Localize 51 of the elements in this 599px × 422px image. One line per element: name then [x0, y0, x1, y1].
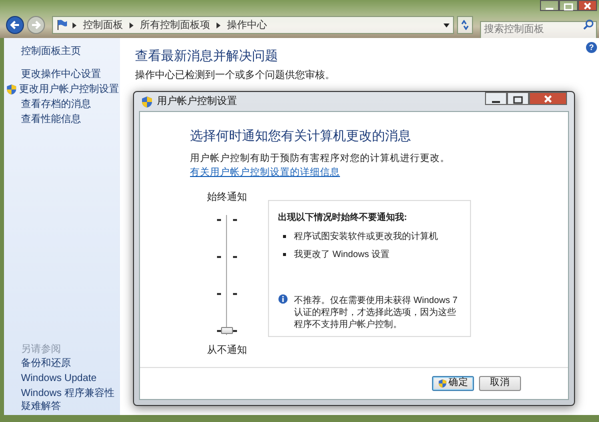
help-link[interactable]: 有关用户帐户控制设置的详细信息 [190, 166, 340, 180]
breadcrumb-item[interactable]: 操作中心 [225, 18, 269, 32]
arrow-icon [72, 22, 77, 28]
refresh-button[interactable] [457, 16, 473, 34]
slider-label: 始终通知 [207, 190, 247, 205]
maximize-icon[interactable] [559, 0, 578, 11]
sidebar-link[interactable]: 备份和还原 [21, 357, 117, 370]
search-field[interactable]: 搜索控制面板 [480, 20, 597, 38]
cancel-button[interactable]: 取消 [479, 376, 521, 391]
dialog-description: 用户帐户控制有助于预防有害程序对您的计算机进行更改。 [190, 152, 450, 166]
dialog-title: 用户帐户控制设置 [157, 94, 237, 109]
sidebar-link[interactable]: Windows 程序兼容性疑难解答 [21, 387, 117, 413]
info-icon [278, 294, 288, 304]
back-button[interactable] [6, 16, 24, 34]
address-bar[interactable]: 控制面板 所有控制面板项 操作中心 [52, 16, 454, 34]
close-icon[interactable] [578, 0, 597, 11]
arrow-icon [129, 22, 134, 28]
breadcrumb-item[interactable]: 所有控制面板项 [138, 18, 212, 32]
maximize-icon[interactable] [507, 92, 529, 105]
panel-title: 出现以下情况时始终不要通知我: [278, 211, 408, 224]
bullet-text: 我更改了 Windows 设置 [294, 248, 390, 261]
help-button[interactable]: ? [586, 42, 597, 53]
sidebar-link[interactable]: 查看存档的消息 [10, 97, 91, 112]
slider-label: 从不通知 [207, 344, 247, 358]
slider-thumb[interactable] [221, 327, 233, 334]
page-description: 操作中心已检测到一个或多个问题供您审核。 [135, 68, 335, 82]
dialog-heading: 选择何时通知您有关计算机更改的消息 [190, 127, 412, 145]
page-heading: 查看最新消息并解决问题 [135, 47, 278, 65]
breadcrumb-item[interactable]: 控制面板 [81, 18, 125, 32]
refresh-icon [460, 20, 470, 30]
minimize-icon[interactable] [540, 0, 559, 11]
sidebar-link[interactable]: 更改操作中心设置 [10, 67, 101, 82]
shield-icon [438, 379, 446, 388]
dropdown-icon[interactable] [443, 22, 450, 28]
arrow-icon [216, 22, 221, 28]
sidebar-link[interactable]: 控制面板主页 [10, 44, 81, 59]
minimize-icon[interactable] [485, 92, 507, 105]
section-title: 另请参阅 [20, 342, 62, 357]
close-icon[interactable] [529, 92, 567, 105]
bullet-icon [283, 253, 286, 256]
note-text: 不推荐。仅在需要使用未获得 Windows 7 认证的程序时，才选择此选项，因为这些程序不支持用户帐户控制。 [294, 294, 459, 330]
flag-icon [56, 19, 68, 31]
shield-icon [6, 84, 17, 95]
sidebar-link[interactable]: 查看性能信息 [10, 112, 81, 127]
ok-button[interactable]: 确定 [432, 376, 474, 391]
sidebar-link[interactable]: 更改用户帐户控制设置 [19, 82, 119, 97]
search-icon[interactable] [583, 19, 594, 30]
bullet-text: 程序试图安装软件或更改我的计算机 [294, 230, 438, 242]
sidebar-link[interactable]: Windows Update [21, 372, 117, 385]
bullet-icon [283, 234, 286, 238]
shield-icon [141, 96, 153, 108]
